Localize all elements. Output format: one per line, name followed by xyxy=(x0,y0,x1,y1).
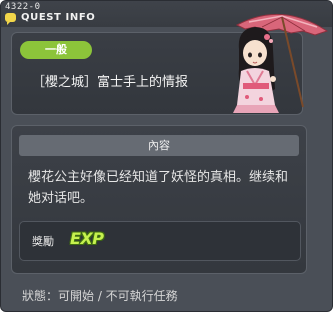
content-header: 內容 xyxy=(19,135,299,156)
category-badge: 一般 xyxy=(20,41,92,59)
quest-status: 狀態：可開始 / 不可執行任務 xyxy=(22,289,178,303)
quest-description: 櫻花公主好像已经知道了妖怪的真相。继续和她对话吧。 xyxy=(28,170,289,206)
npc-character-sprite xyxy=(233,13,329,113)
reward-box: 獎勵 EXP xyxy=(19,221,301,261)
dialog-icon xyxy=(5,13,16,25)
reward-label: 獎勵 xyxy=(32,235,54,248)
quest-title: ［櫻之城］富士手上的情报 xyxy=(32,75,189,90)
quest-id: 4322-0 xyxy=(5,2,41,12)
quest-info-window: 4322-0 QUEST INFO 一般 ［櫻之城］富士手上的情报 內容 櫻花公… xyxy=(0,0,333,312)
window-title: QUEST INFO xyxy=(21,12,96,23)
quest-content-panel: 內容 櫻花公主好像已经知道了妖怪的真相。继续和她对话吧。 獎勵 EXP xyxy=(11,125,307,274)
exp-icon[interactable]: EXP xyxy=(70,229,104,248)
